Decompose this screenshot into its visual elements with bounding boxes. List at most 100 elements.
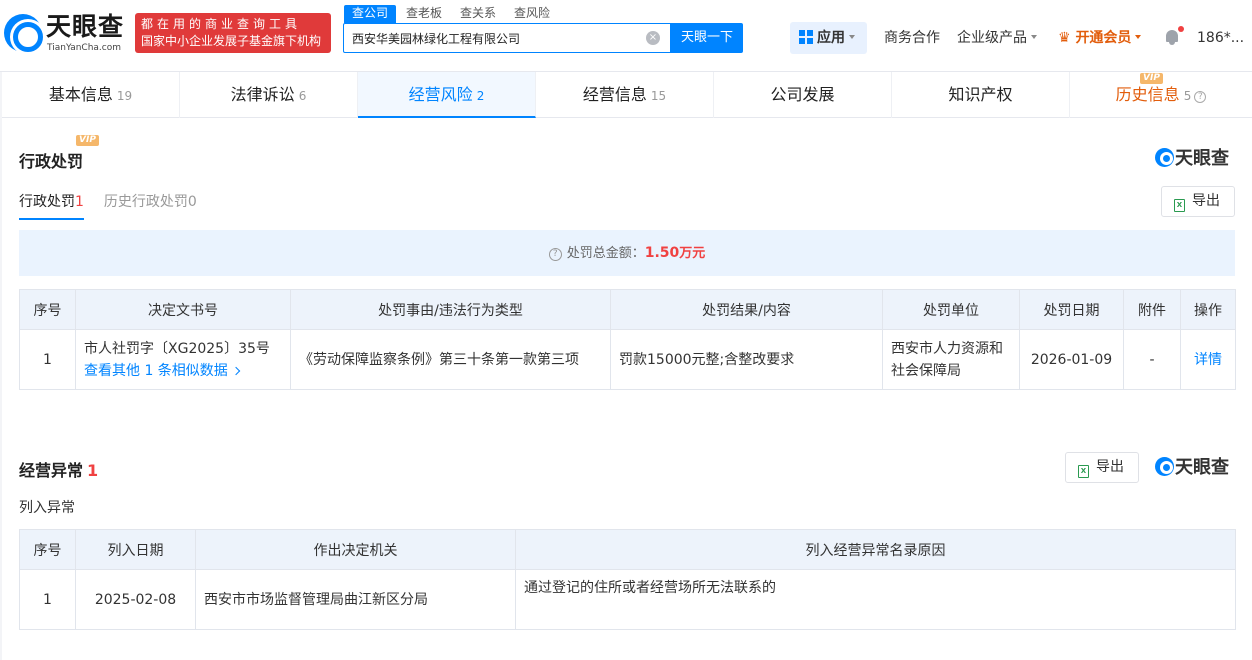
bell-clapper [1169, 42, 1175, 45]
nav-enterprise-label: 企业级产品 [957, 30, 1027, 46]
column-header: 处罚日期 [1019, 289, 1124, 330]
column-header: 作出决定机关 [195, 529, 516, 570]
chevron-down-icon [849, 35, 855, 39]
section-title-admin-penalty: 行政处罚 [19, 152, 84, 171]
abnormal-count: 1 [87, 461, 99, 480]
export-label: 导出 [1192, 193, 1220, 209]
top-header: 天眼查 TianYanCha.com 都在用的商业查询工具 国家中小企业发展子基… [0, 0, 1252, 72]
tab-intellectual-property[interactable]: 知识产权 [892, 72, 1070, 118]
search-tab-risk[interactable]: 查风险 [506, 5, 558, 23]
tab-count: 15 [650, 89, 667, 103]
tab-count: 5 [1183, 89, 1192, 103]
summary-unit: 万元 [679, 246, 706, 261]
tab-company-development[interactable]: 公司发展 [714, 72, 892, 118]
nav-business-cooperation[interactable]: 商务合作 [884, 20, 940, 56]
abnormal-date: 2025-02-08 [75, 569, 196, 630]
subtab-admin-penalty[interactable]: 行政处罚1 [19, 191, 84, 220]
help-icon[interactable]: ? [1194, 91, 1207, 103]
row-index: 1 [19, 569, 76, 630]
subtab-label: 历史行政处罚 [103, 194, 188, 210]
abnormal-reason: 通过登记的住所或者经营场所无法联系的 [515, 569, 1236, 630]
export-button[interactable]: X 导出 [1065, 452, 1139, 483]
search-tab-company[interactable]: 查公司 [344, 5, 397, 23]
tab-basic-info[interactable]: 基本信息 19 [2, 72, 180, 118]
slogan-line-2: 国家中小企业发展子基金旗下机构 [141, 34, 322, 48]
admin-penalty-table: 序号 决定文书号 处罚事由/违法行为类型 处罚结果/内容 处罚单位 处罚日期 附… [19, 289, 1236, 390]
subtab-count: 1 [75, 194, 84, 210]
abnormal-title-text: 经营异常 [19, 461, 84, 480]
export-label: 导出 [1096, 459, 1124, 475]
decision-doc-cell: 市人社罚字〔XG2025〕35号 查看其他 1 条相似数据 [75, 329, 291, 390]
abnormal-table: 序号 列入日期 作出决定机关 列入经营异常名录原因 1 2025-02-08 西… [19, 529, 1236, 630]
crown-icon: ♛ [1058, 30, 1071, 46]
column-header: 列入经营异常名录原因 [515, 529, 1236, 570]
brand-eye-icon [1155, 457, 1174, 476]
column-header: 操作 [1180, 289, 1236, 330]
tianyancha-watermark: 天眼查 [1155, 457, 1229, 478]
penalty-subtabs: 行政处罚1 历史行政处罚0 [19, 191, 217, 220]
column-header: 附件 [1123, 289, 1181, 330]
export-button[interactable]: X 导出 [1161, 186, 1235, 217]
tab-count: 19 [116, 89, 133, 103]
column-header: 处罚事由/违法行为类型 [290, 289, 611, 330]
nav-open-vip[interactable]: ♛ 开通会员 [1058, 20, 1142, 56]
subtab-label: 行政处罚 [19, 194, 75, 210]
column-header: 序号 [19, 529, 76, 570]
brand-eye-icon [1155, 148, 1174, 167]
abnormal-sublabel: 列入异常 [19, 500, 75, 516]
user-account-menu[interactable]: 186*... [1197, 20, 1244, 56]
search-box: × [343, 23, 671, 53]
bell-icon[interactable] [1164, 26, 1184, 46]
apps-grid-icon [799, 30, 813, 44]
penalty-result: 罚款15000元整;含整改要求 [610, 329, 883, 390]
tab-history-info[interactable]: VIP 历史信息 5? [1070, 72, 1252, 118]
tab-operational-risk[interactable]: 经营风险 2 [358, 72, 536, 118]
row-index: 1 [19, 329, 76, 390]
user-phone: 186*... [1197, 30, 1245, 46]
summary-amount: 1.50 [644, 245, 680, 261]
column-header: 决定文书号 [75, 289, 291, 330]
help-icon[interactable]: ? [548, 248, 562, 261]
abnormal-authority: 西安市市场监督管理局曲江新区分局 [195, 569, 516, 630]
bell-body [1166, 30, 1178, 42]
tab-label: 历史信息 [1115, 85, 1180, 104]
chevron-down-icon [1135, 35, 1142, 39]
view-similar-link[interactable]: 查看其他 1 条相似数据 [84, 360, 282, 382]
table-header-row: 序号 列入日期 作出决定机关 列入经营异常名录原因 [19, 529, 1236, 570]
column-header: 序号 [19, 289, 76, 330]
subtab-history-admin-penalty[interactable]: 历史行政处罚0 [104, 191, 197, 220]
operational-risk-panel: VIP 行政处罚 天眼查 行政处罚1 历史行政处罚0 X 导出 ? 处罚总金额：1.… [2, 118, 1252, 660]
detail-link[interactable]: 详情 [1180, 329, 1236, 390]
tab-litigation[interactable]: 法律诉讼 6 [180, 72, 358, 118]
apps-label: 应用 [817, 30, 845, 46]
penalty-date: 2026-01-09 [1019, 329, 1124, 390]
column-header: 处罚单位 [882, 289, 1020, 330]
search-type-tabs: 查公司 查老板 查关系 查风险 [344, 5, 560, 23]
clear-icon[interactable]: × [646, 31, 660, 45]
tab-count: 2 [476, 89, 485, 103]
subtab-count: 0 [187, 194, 197, 210]
brand-text: 天眼查 [1175, 457, 1229, 478]
nav-enterprise-products[interactable]: 企业级产品 [957, 20, 1037, 56]
tab-label: 公司发展 [770, 85, 835, 104]
company-section-tabs: 基本信息 19 法律诉讼 6 经营风险 2 经营信息 15 公司发展 知识产权 VIP … [2, 72, 1252, 118]
attachment: - [1123, 329, 1181, 390]
search-tab-relation[interactable]: 查关系 [452, 5, 504, 23]
table-header-row: 序号 决定文书号 处罚事由/违法行为类型 处罚结果/内容 处罚单位 处罚日期 附… [19, 289, 1236, 330]
search-tab-boss[interactable]: 查老板 [398, 5, 450, 23]
penalty-total-summary: ? 处罚总金额：1.50万元 [19, 230, 1235, 276]
search-input[interactable] [352, 24, 642, 52]
tianyancha-logo[interactable]: 天眼查 TianYanCha.com [4, 12, 128, 56]
table-row: 1 2025-02-08 西安市市场监督管理局曲江新区分局 通过登记的住所或者经… [19, 569, 1236, 630]
notification-dot [1178, 26, 1184, 32]
penalty-reason: 《劳动保障监察条例》第三十条第一款第三项 [290, 329, 611, 390]
tab-operational-info[interactable]: 经营信息 15 [536, 72, 714, 118]
table-row: 1 市人社罚字〔XG2025〕35号 查看其他 1 条相似数据 《劳动保障监察条… [19, 329, 1236, 390]
similar-link-text: 查看其他 1 条相似数据 [84, 362, 228, 379]
column-header: 处罚结果/内容 [610, 289, 883, 330]
logo-domain: TianYanCha.com [47, 43, 122, 53]
apps-menu[interactable]: 应用 [790, 22, 867, 54]
search-button[interactable]: 天眼一下 [671, 23, 743, 53]
chevron-down-icon [1031, 35, 1037, 39]
nav-vip-label: 开通会员 [1075, 30, 1132, 46]
